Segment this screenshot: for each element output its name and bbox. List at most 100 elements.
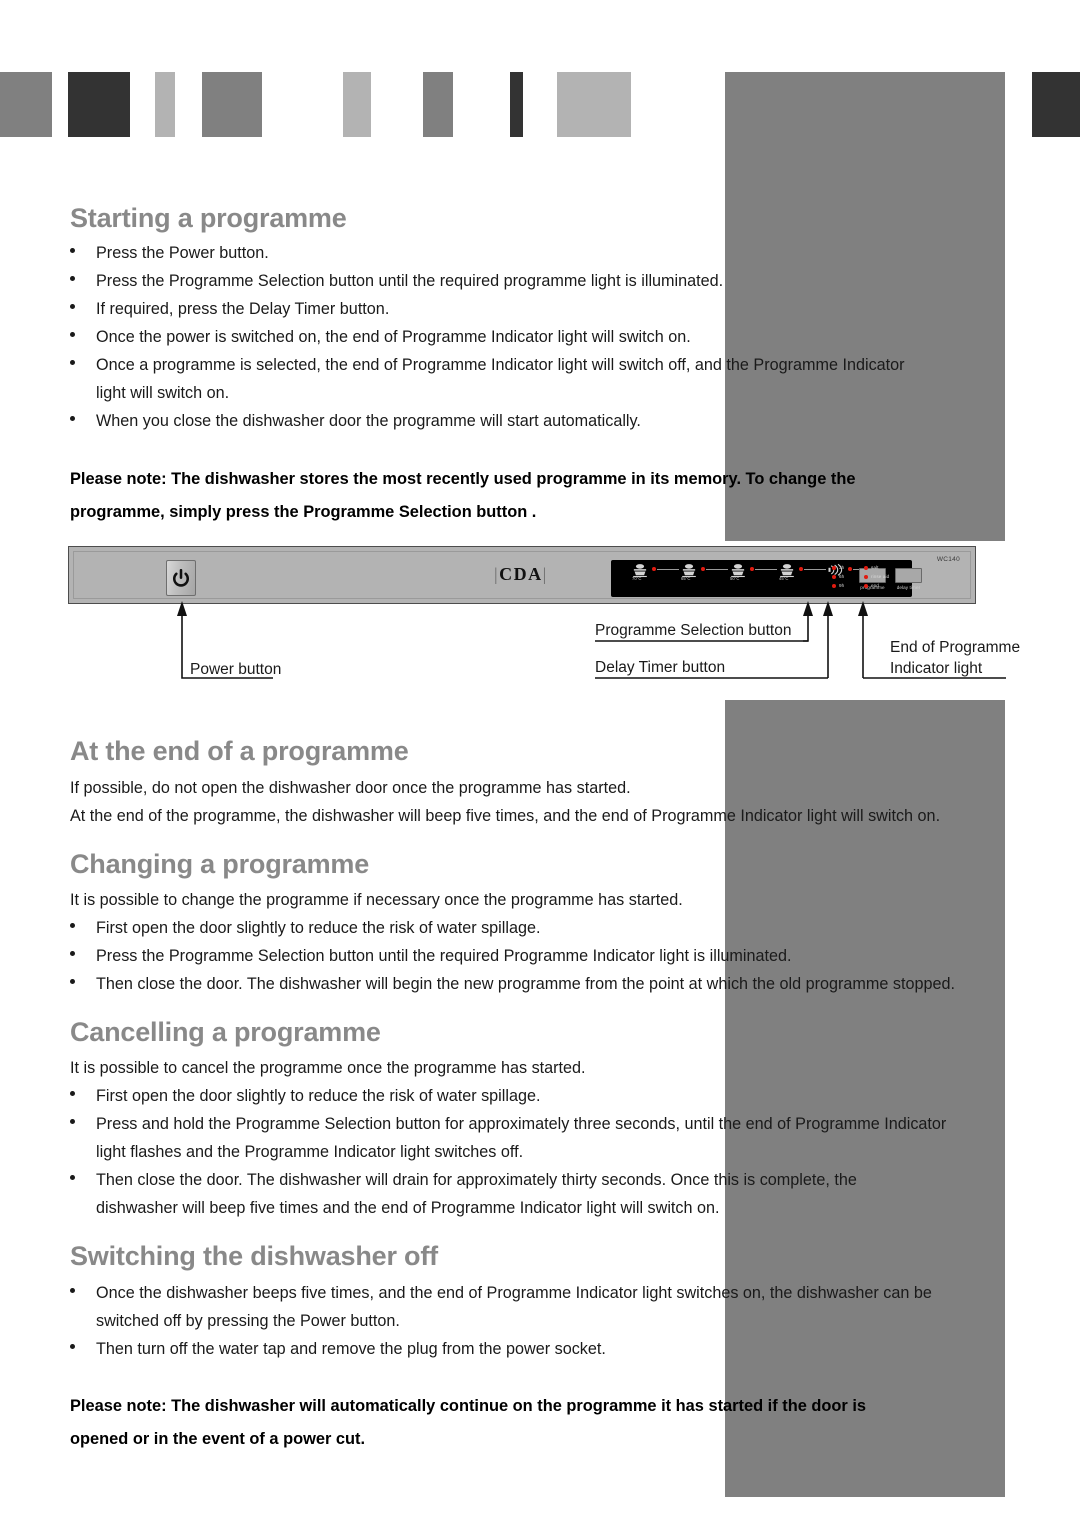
paragraph: If possible, do not open the dishwasher …	[70, 779, 631, 797]
normal-wash-indicator-led	[701, 567, 705, 571]
list-item-text: Press and hold the Programme Selection b…	[96, 1115, 947, 1133]
note-line: Please note: The dishwasher will automat…	[70, 1397, 867, 1415]
list-item: Then close the door. The dishwasher will…	[70, 970, 955, 998]
list-item: Once the dishwasher beeps five times, an…	[70, 1279, 932, 1335]
list-item: First open the door slightly to reduce t…	[70, 914, 540, 942]
programme-link-line	[755, 569, 777, 570]
programme-link-line	[706, 569, 728, 570]
callout-power-button: Power button	[190, 661, 282, 678]
power-button[interactable]	[166, 560, 196, 596]
list-item: Then close the door. The dishwasher will…	[70, 1166, 857, 1222]
programme-control-panel: 70°C 65°C 50°C 45°C programme delay timer 3h 6h…	[611, 560, 922, 597]
bullet-marker	[70, 1119, 75, 1124]
delay-led-label-9h: 9h	[839, 583, 845, 588]
list-item-text: Once a programme is selected, the end of…	[96, 356, 905, 374]
callout-programme-selection-button: Programme Selection button	[595, 622, 792, 639]
list-item: Press and hold the Programme Selection b…	[70, 1110, 946, 1166]
list-item-text: Press the Power button.	[96, 244, 269, 262]
control-panel-face: WC140 |CDA| 70°C 65°C 50°C 45°C programme del…	[73, 551, 971, 599]
status-led-salt	[864, 566, 868, 570]
paragraph: At the end of the programme, the dishwas…	[70, 807, 941, 825]
note-switching-off: Please note: The dishwasher will automat…	[70, 1390, 866, 1456]
list-item-text: Press the Programme Selection button unt…	[96, 272, 724, 290]
bullet-marker	[70, 1091, 75, 1096]
paragraph: It is possible to cancel the programme o…	[70, 1059, 586, 1077]
eco-wash-icon	[729, 563, 747, 578]
callout-delay-timer-button: Delay Timer button	[595, 659, 726, 676]
intensive-wash-icon	[631, 563, 649, 578]
intensive-wash-temperature-label: 70°C	[632, 576, 642, 581]
list-item: Press the Programme Selection button unt…	[70, 267, 723, 295]
list-item: When you close the dishwasher door the p…	[70, 407, 641, 435]
brand-logo: |CDA|	[494, 564, 548, 585]
quick-wash-temperature-label: 45°C	[779, 576, 789, 581]
list-item-text: Press the Programme Selection button unt…	[96, 947, 792, 965]
status-led-end	[864, 584, 868, 588]
list-item-text: Once the power is switched on, the end o…	[96, 328, 691, 346]
bullet-marker	[70, 1175, 75, 1180]
model-number-label: WC140	[936, 556, 960, 563]
list-item-text: When you close the dishwasher door the p…	[96, 412, 641, 430]
bullet-marker	[70, 360, 75, 365]
note-line: programme, simply press the Programme Se…	[70, 503, 537, 521]
heading-switching-the-dishwasher-off: Switching the dishwasher off	[70, 1241, 438, 1271]
intensive-wash-indicator-led	[652, 567, 656, 571]
document-page: Starting a programme Press the Power but…	[0, 0, 1080, 1532]
note-line: opened or in the event of a power cut.	[70, 1430, 366, 1448]
bullet-marker	[70, 416, 75, 421]
bullet-marker	[70, 1288, 75, 1293]
delay-timer-button[interactable]	[895, 568, 922, 583]
delay-led-label-6h: 6h	[839, 574, 845, 579]
control-panel-diagram: WC140 |CDA| 70°C 65°C 50°C 45°C programme del…	[68, 546, 976, 604]
heading-starting-a-programme: Starting a programme	[70, 203, 347, 233]
rinse-indicator-led	[848, 567, 852, 571]
list-item-text-cont: light will switch on.	[96, 384, 230, 402]
status-led-label-end: end	[871, 583, 879, 588]
bullet-marker	[70, 923, 75, 928]
quick-wash-icon	[778, 563, 796, 578]
delay-led-label-3h: 3h	[839, 565, 845, 570]
callout-end-of-programme-line1: End of Programme	[890, 639, 1021, 656]
list-item: Then turn off the water tap and remove t…	[70, 1335, 606, 1363]
delay-led-3h	[832, 566, 836, 570]
bullet-marker	[70, 979, 75, 984]
bullet-marker	[70, 1344, 75, 1349]
heading-cancelling-a-programme: Cancelling a programme	[70, 1017, 381, 1047]
note-starting: Please note: The dishwasher stores the m…	[70, 463, 855, 529]
bullet-marker	[70, 332, 75, 337]
list-item: Press the Programme Selection button unt…	[70, 942, 792, 970]
quick-wash-indicator-led	[799, 567, 803, 571]
delay-timer-button-label: delay timer	[896, 585, 921, 590]
bullet-marker	[70, 304, 75, 309]
list-item-text: If required, press the Delay Timer butto…	[96, 300, 390, 318]
status-led-label-rinse-aid: rinse aid	[871, 574, 890, 579]
bullet-marker	[70, 951, 75, 956]
list-item-text: First open the door slightly to reduce t…	[96, 1087, 541, 1105]
heading-changing-a-programme: Changing a programme	[70, 849, 370, 879]
programme-link-line	[804, 569, 826, 570]
list-item-text: Then close the door. The dishwasher will…	[96, 975, 956, 993]
normal-wash-icon	[680, 563, 698, 578]
bullet-marker	[70, 248, 75, 253]
list-item-text-cont: dishwasher will beep five times and the …	[96, 1199, 720, 1217]
eco-wash-temperature-label: 50°C	[730, 576, 740, 581]
delay-led-9h	[832, 584, 836, 588]
list-item: Press the Power button.	[70, 239, 269, 267]
note-line: Please note: The dishwasher stores the m…	[70, 470, 856, 488]
list-item: Once the power is switched on, the end o…	[70, 323, 691, 351]
logo-bar-right: |	[542, 564, 548, 584]
list-item-text: Then turn off the water tap and remove t…	[96, 1340, 606, 1358]
delay-led-6h	[832, 575, 836, 579]
list-item: Once a programme is selected, the end of…	[70, 351, 905, 407]
brand-name: CDA	[499, 564, 543, 584]
list-item-text: First open the door slightly to reduce t…	[96, 919, 541, 937]
heading-at-the-end-of-a-programme: At the end of a programme	[70, 736, 409, 766]
list-item-text: Once the dishwasher beeps five times, an…	[96, 1284, 932, 1302]
eco-wash-indicator-led	[750, 567, 754, 571]
list-item: If required, press the Delay Timer butto…	[70, 295, 389, 323]
list-item-text-cont: switched off by pressing the Power butto…	[96, 1312, 400, 1330]
list-item-text: Then close the door. The dishwasher will…	[96, 1171, 857, 1189]
list-item: First open the door slightly to reduce t…	[70, 1082, 540, 1110]
callout-end-of-programme-line2: Indicator light	[890, 660, 983, 677]
programme-link-line	[657, 569, 679, 570]
